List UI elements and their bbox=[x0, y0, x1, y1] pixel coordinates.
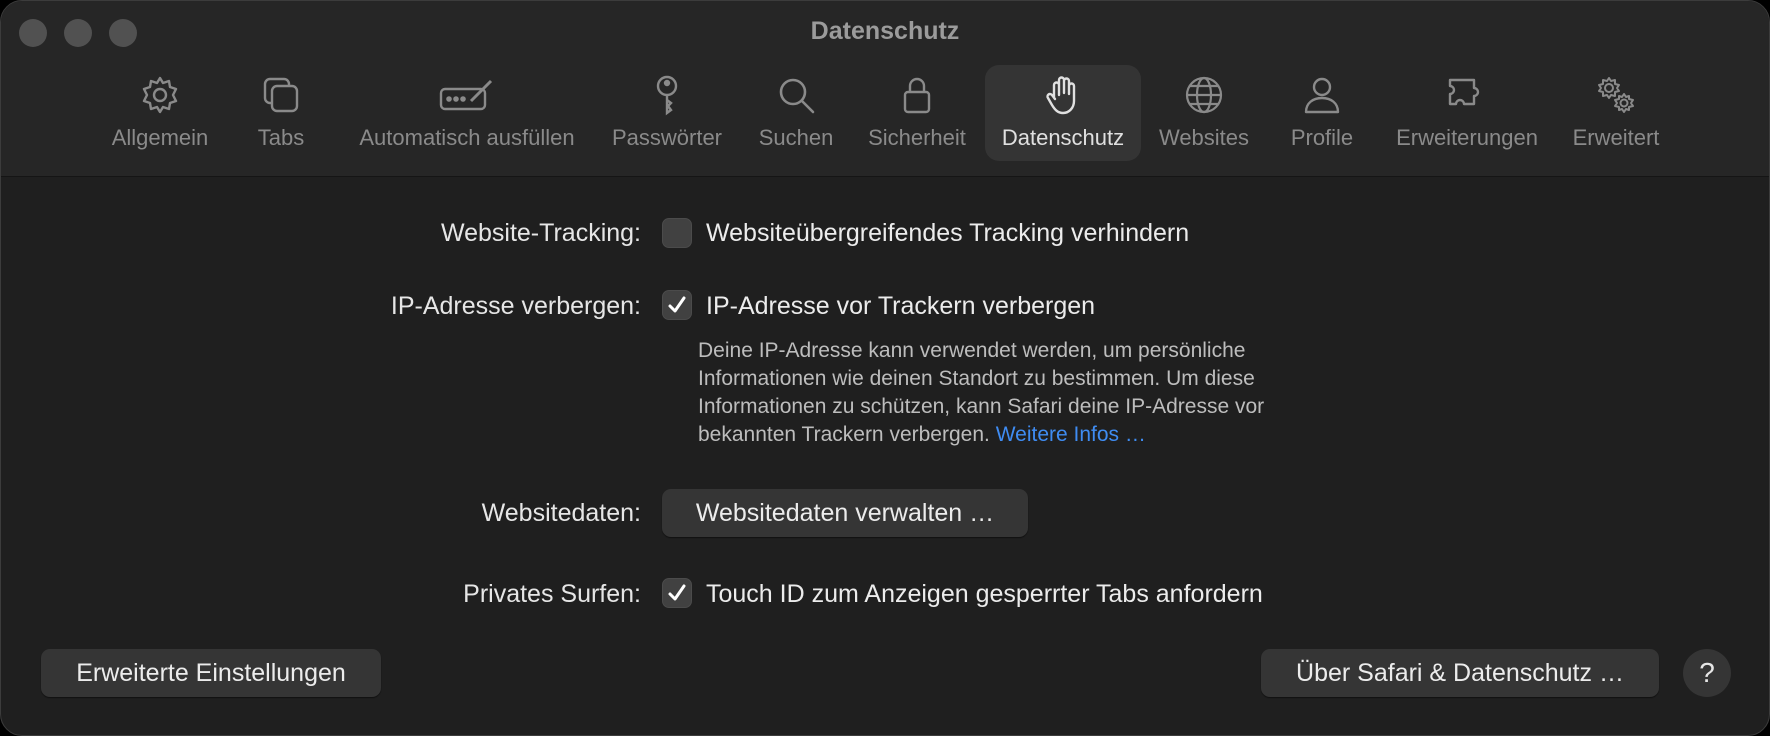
ip-description-line: Informationen wie deinen Standort zu bes… bbox=[698, 367, 1255, 390]
tab-label: Automatisch ausfüllen bbox=[359, 125, 575, 150]
autofill-icon bbox=[439, 79, 493, 111]
about-safari-privacy-button[interactable]: Über Safari & Datenschutz … bbox=[1261, 649, 1659, 697]
magnifier-icon bbox=[779, 78, 815, 114]
tab-tabs[interactable]: Tabs bbox=[241, 65, 321, 161]
tab-erweiterungen[interactable]: Erweiterungen bbox=[1387, 65, 1547, 161]
tab-datenschutz[interactable]: Datenschutz bbox=[985, 65, 1141, 161]
tab-label: Erweitert bbox=[1572, 125, 1660, 150]
key-icon bbox=[656, 75, 678, 116]
websitedata-label: Websitedaten: bbox=[481, 499, 641, 527]
gear-icon bbox=[142, 76, 178, 114]
checkmark-icon bbox=[668, 584, 686, 601]
tab-label: Sicherheit bbox=[868, 125, 966, 150]
person-icon bbox=[1304, 77, 1340, 114]
gears-icon bbox=[1598, 77, 1634, 113]
more-info-link[interactable]: Weitere Infos … bbox=[996, 423, 1146, 446]
private-browsing-label: Privates Surfen: bbox=[463, 580, 641, 608]
tab-websites[interactable]: Websites bbox=[1154, 65, 1254, 161]
website-tracking-label: Website-Tracking: bbox=[440, 219, 641, 247]
website-tracking-checkbox[interactable] bbox=[662, 218, 692, 248]
tab-sicherheit[interactable]: Sicherheit bbox=[861, 65, 973, 161]
tab-label: Websites bbox=[1158, 125, 1250, 150]
tab-automatisch-ausfuellen[interactable]: Automatisch ausfüllen bbox=[347, 65, 587, 161]
globe-icon bbox=[1185, 76, 1223, 114]
touch-id-checkbox[interactable] bbox=[662, 578, 692, 608]
website-tracking-option[interactable]: Websiteübergreifendes Tracking verhinder… bbox=[706, 219, 1189, 248]
tab-profile[interactable]: Profile bbox=[1279, 65, 1365, 161]
tab-suchen[interactable]: Suchen bbox=[750, 65, 842, 161]
tab-label: Suchen bbox=[758, 125, 834, 150]
help-button[interactable]: ? bbox=[1683, 649, 1731, 697]
ip-hide-label: IP-Adresse verbergen: bbox=[390, 292, 641, 320]
ip-hide-option[interactable]: IP-Adresse vor Trackern verbergen bbox=[706, 292, 1095, 321]
tab-label: Profile bbox=[1290, 125, 1354, 150]
tab-label: Erweiterungen bbox=[1396, 125, 1538, 150]
titlebar: Datenschutz Allgemein Tabs Automatisch a… bbox=[1, 1, 1769, 177]
touch-id-option[interactable]: Touch ID zum Anzeigen gesperrter Tabs an… bbox=[706, 580, 1263, 609]
tabs-icon bbox=[263, 77, 299, 113]
tab-label: Allgemein bbox=[111, 125, 209, 150]
puzzle-icon bbox=[1448, 78, 1480, 106]
ip-description-line: Deine IP-Adresse kann verwendet werden, … bbox=[698, 339, 1246, 362]
ip-hide-checkbox[interactable] bbox=[662, 290, 692, 320]
tab-label: Passwörter bbox=[611, 125, 723, 150]
advanced-settings-button[interactable]: Erweiterte Einstellungen bbox=[41, 649, 381, 697]
preferences-toolbar: Allgemein Tabs Automatisch ausfüllen Pas… bbox=[1, 65, 1769, 161]
ip-description-line: Informationen zu schützen, kann Safari d… bbox=[698, 395, 1265, 418]
checkmark-icon bbox=[668, 296, 686, 313]
manage-websitedata-button[interactable]: Websitedaten verwalten … bbox=[662, 489, 1028, 537]
lock-icon bbox=[903, 77, 931, 114]
preferences-window: Datenschutz Allgemein Tabs Automatisch a… bbox=[0, 0, 1770, 736]
ip-description-line: bekannten Trackern verbergen. bbox=[698, 423, 990, 446]
window-title: Datenschutz bbox=[810, 17, 960, 45]
tab-allgemein[interactable]: Allgemein bbox=[100, 65, 220, 161]
hand-icon bbox=[1046, 76, 1076, 115]
tab-label: Datenschutz bbox=[1001, 125, 1125, 150]
tab-passwoerter[interactable]: Passwörter bbox=[607, 65, 727, 161]
ip-description: Deine IP-Adresse kann verwendet werden, … bbox=[698, 337, 1358, 449]
tab-erweitert[interactable]: Erweitert bbox=[1565, 65, 1667, 161]
tab-label: Tabs bbox=[257, 125, 305, 150]
